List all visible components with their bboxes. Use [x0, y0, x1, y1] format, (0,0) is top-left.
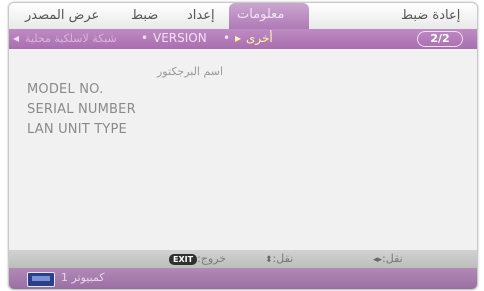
help-bar: EXIT:خروج ⬍:نقل ◂▸:نقل: [9, 250, 477, 268]
lan-unit-type-label: LAN UNIT TYPE: [27, 122, 127, 137]
model-no-label: MODEL NO.: [27, 82, 104, 97]
subtab-others[interactable]: أخرى: [246, 31, 273, 45]
projector-osd-menu: عرض المصدر ضبط إعداد معلومات إعادة ضبط ◂…: [8, 2, 478, 290]
subtab-wireless-lan[interactable]: شبكة لاسلكية محلية: [25, 32, 117, 45]
tab-adjust[interactable]: ضبط: [131, 8, 158, 23]
computer-source-icon: [27, 272, 55, 287]
sub-tab-bar: ◂ شبكة لاسلكية محلية • VERSION • ▸ أخرى …: [9, 29, 477, 49]
exit-key-icon: EXIT: [169, 253, 198, 265]
move-horizontal-hint: ◂▸:نقل: [373, 252, 403, 265]
exit-hint-label: :خروج: [197, 252, 227, 265]
move-vertical-hint: ⬍:نقل: [265, 252, 293, 265]
projector-name-label: اسم البرجكتور: [157, 65, 224, 78]
serial-number-label: SERIAL NUMBER: [27, 102, 136, 117]
move-vertical-label: :نقل: [272, 252, 294, 265]
tab-info[interactable]: معلومات: [229, 3, 309, 30]
separator-dot-icon: •: [141, 31, 149, 45]
page-indicator: 2/2: [417, 31, 463, 47]
status-bar: كمبيوتر 1: [9, 268, 477, 289]
left-right-arrows-icon: ◂▸: [373, 255, 383, 265]
tab-source-display[interactable]: عرض المصدر: [25, 8, 99, 23]
up-down-arrows-icon: ⬍: [265, 255, 273, 265]
right-arrow-icon[interactable]: ▸: [235, 31, 241, 45]
info-content: اسم البرجكتور MODEL NO. SERIAL NUMBER LA…: [9, 49, 477, 249]
main-tab-bar: عرض المصدر ضبط إعداد معلومات إعادة ضبط: [9, 3, 477, 30]
subtab-version[interactable]: VERSION: [153, 31, 207, 45]
current-source-label: كمبيوتر 1: [61, 271, 105, 284]
tab-reset[interactable]: إعادة ضبط: [401, 8, 460, 23]
move-horizontal-label: :نقل: [382, 252, 403, 265]
tab-setup[interactable]: إعداد: [187, 8, 215, 23]
exit-hint: EXIT:خروج: [169, 252, 226, 265]
left-arrow-icon[interactable]: ◂: [13, 31, 19, 45]
separator-dot-icon: •: [223, 31, 231, 45]
